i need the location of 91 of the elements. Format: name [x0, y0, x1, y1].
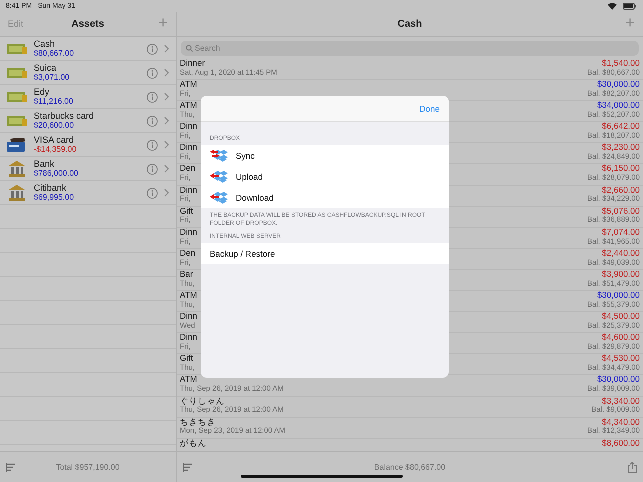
transaction-amount: $3,340.00 — [602, 396, 640, 406]
asset-name[interactable]: Bank — [34, 160, 141, 170]
transaction-title[interactable]: Dinner — [180, 59, 278, 69]
chevron-icon — [164, 189, 170, 197]
account-title: Cash — [398, 18, 422, 30]
asset-amount: $11,216.00 — [34, 98, 74, 106]
transaction-title[interactable]: ぐりしゃん — [180, 396, 284, 406]
transaction-amount: $30,000.00 — [597, 375, 640, 386]
transaction-amount: $4,340.00 — [602, 418, 640, 428]
asset-amount: $786,000.00 — [34, 170, 80, 178]
bank-icon — [8, 185, 26, 201]
transaction-amount: $5,076.00 — [602, 206, 640, 216]
transaction-title[interactable]: Dinn — [180, 122, 198, 132]
transaction-amount: $4,500.00 — [602, 312, 640, 322]
bank-icon — [8, 161, 26, 177]
credit-card-icon — [7, 138, 27, 152]
share-icon[interactable] — [628, 462, 637, 472]
transaction-amount: $4,530.00 — [602, 354, 640, 364]
chevron-icon — [164, 93, 170, 101]
transaction-title[interactable]: ちきちき — [180, 418, 286, 428]
transaction-amount: $2,660.00 — [602, 186, 640, 196]
transaction-title[interactable]: がもん — [180, 438, 207, 448]
transaction-title[interactable]: Den — [180, 248, 196, 259]
transaction-title[interactable]: Dinn — [180, 312, 198, 322]
info-icon[interactable] — [147, 164, 158, 174]
transaction-title[interactable]: Bar — [180, 270, 196, 280]
banknote-icon — [7, 91, 27, 103]
wifi-icon — [608, 2, 617, 10]
dropbox-transfer-icon — [210, 170, 228, 183]
banknote-icon — [7, 67, 27, 79]
info-icon[interactable] — [147, 140, 158, 150]
search-icon — [186, 45, 193, 52]
asset-name[interactable]: VISA card — [34, 136, 141, 146]
search-field[interactable]: Search — [181, 41, 639, 56]
transaction-title[interactable]: Dinn — [180, 228, 198, 238]
dropbox-transfer-icon — [210, 191, 228, 204]
chevron-icon — [164, 69, 170, 77]
transaction-amount: $6,642.00 — [602, 122, 640, 132]
total-label: Total $957,190.00 — [55, 462, 121, 472]
transaction-title[interactable]: ATM — [180, 375, 284, 386]
transaction-title[interactable]: Dinn — [180, 333, 198, 343]
transaction-amount: $3,900.00 — [602, 270, 640, 280]
info-icon[interactable] — [147, 188, 158, 198]
transaction-amount: $30,000.00 — [597, 80, 640, 90]
asset-name[interactable]: Starbucks card — [34, 112, 141, 122]
asset-amount: -$14,359.00 — [34, 146, 78, 154]
transaction-title[interactable]: ATM — [180, 291, 198, 301]
transaction-title[interactable]: Dinn — [180, 186, 198, 196]
assets-title: Assets — [72, 18, 104, 30]
dropbox-transfer-icon — [210, 149, 228, 162]
transaction-title[interactable]: Gift — [180, 206, 194, 216]
transaction-title[interactable]: Den — [180, 164, 196, 174]
banknote-icon — [7, 43, 27, 55]
asset-name[interactable]: Edy — [34, 88, 141, 98]
sort-icon[interactable] — [6, 462, 16, 472]
transaction-title[interactable]: ATM — [180, 80, 198, 90]
transaction-amount: $7,074.00 — [602, 228, 640, 238]
chevron-icon — [164, 141, 170, 149]
asset-name[interactable]: Cash — [34, 40, 141, 50]
info-icon[interactable] — [147, 68, 158, 78]
transaction-title[interactable]: ATM — [180, 101, 198, 111]
transaction-amount: $34,000.00 — [597, 101, 640, 111]
transaction-amount: $6,150.00 — [602, 164, 640, 174]
battery-icon — [623, 2, 637, 10]
chevron-icon — [164, 45, 170, 53]
asset-amount: $3,071.00 — [34, 74, 71, 82]
chevron-icon — [164, 165, 170, 173]
asset-name[interactable]: Citibank — [34, 184, 141, 194]
asset-amount: $80,667.00 — [34, 50, 76, 58]
transaction-title[interactable]: Dinn — [180, 143, 198, 154]
menu-row[interactable]: Download — [201, 187, 449, 208]
menu-row[interactable]: Sync — [201, 145, 449, 166]
info-icon[interactable] — [147, 116, 158, 126]
transaction-amount: $3,230.00 — [602, 143, 640, 154]
sort-icon[interactable] — [183, 462, 193, 472]
transaction-amount: $2,440.00 — [602, 248, 640, 259]
transaction-title[interactable]: Gift — [180, 354, 196, 364]
info-icon[interactable] — [147, 92, 158, 102]
asset-amount: $20,600.00 — [34, 122, 76, 130]
info-icon[interactable] — [147, 44, 158, 54]
chevron-icon — [164, 117, 170, 125]
transaction-amount: $30,000.00 — [597, 291, 640, 301]
transaction-amount: $4,600.00 — [602, 333, 640, 343]
balance-label: Balance $80,667.00 — [373, 462, 447, 472]
transaction-amount: $1,540.00 — [602, 59, 640, 69]
menu-row[interactable]: Backup / Restore — [201, 243, 449, 264]
transaction-amount: $8,600.00 — [602, 438, 640, 448]
banknote-icon — [7, 115, 27, 127]
asset-amount: $69,995.00 — [34, 194, 76, 202]
asset-name[interactable]: Suica — [34, 64, 141, 74]
menu-row[interactable]: Upload — [201, 166, 449, 187]
